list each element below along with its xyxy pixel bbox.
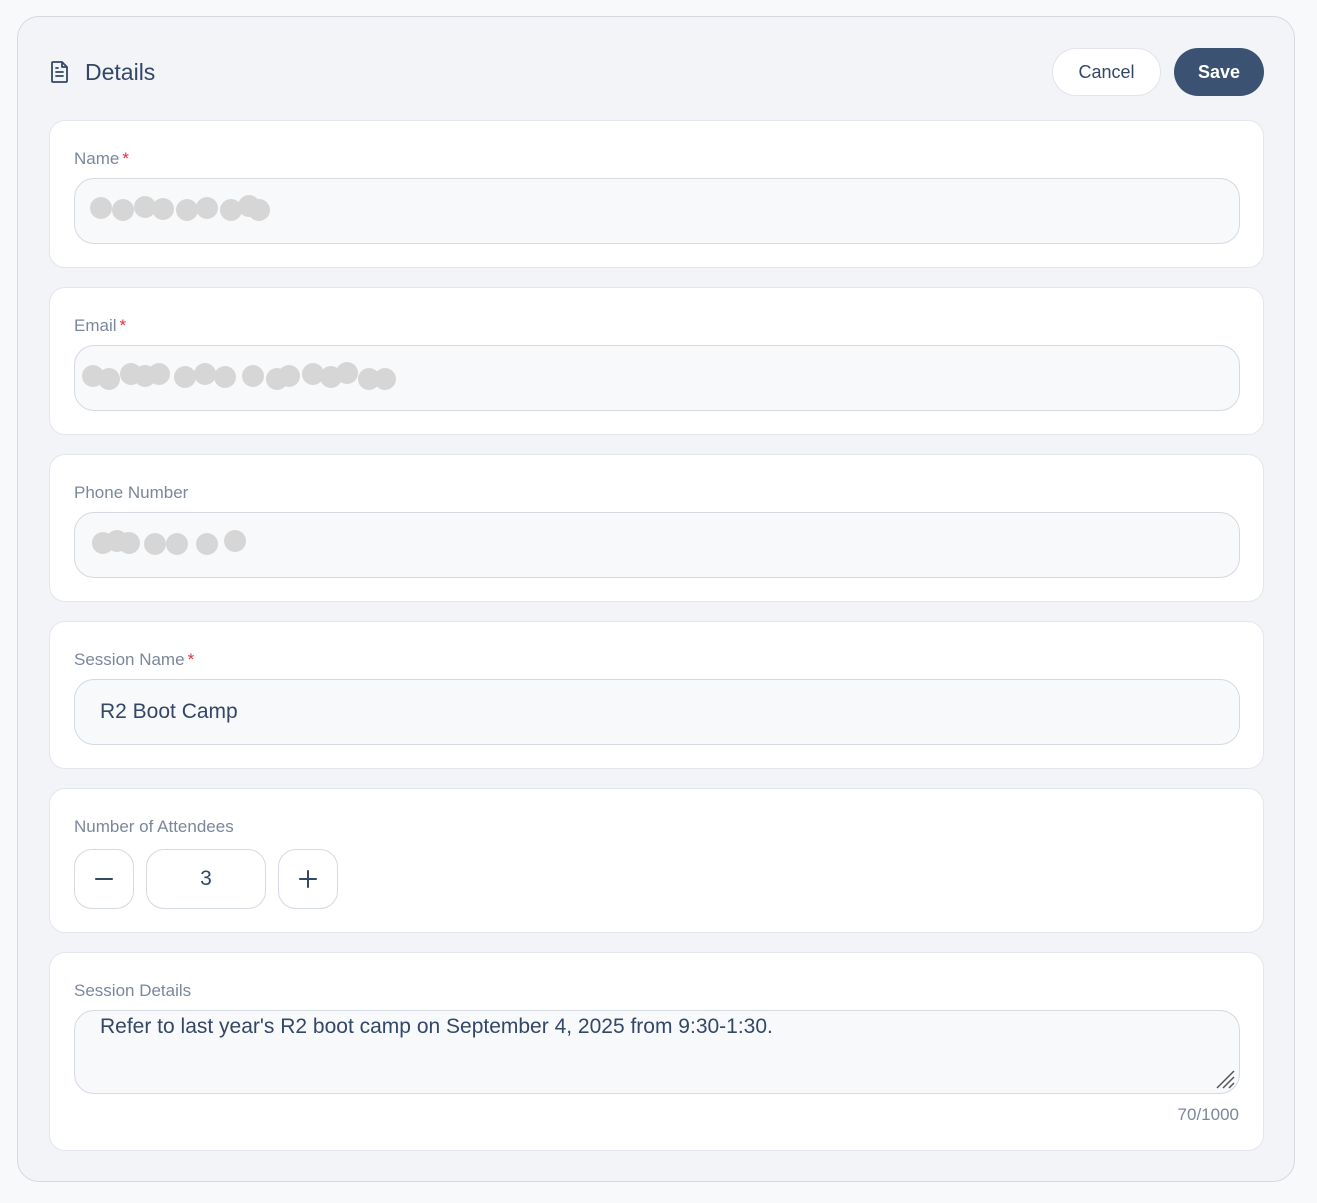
name-input[interactable]	[74, 178, 1240, 244]
attendees-count-input[interactable]: 3	[146, 849, 266, 909]
resize-handle-icon[interactable]	[1214, 1068, 1236, 1090]
session-name-card: Session Name * R2 Boot Camp	[49, 621, 1264, 769]
required-mark: *	[122, 149, 129, 168]
email-label: Email *	[74, 316, 127, 335]
plus-icon	[299, 870, 317, 888]
session-details-card: Session Details Refer to last year's R2 …	[49, 952, 1264, 1151]
redaction-blur	[90, 195, 270, 221]
phone-card: Phone Number	[49, 454, 1264, 602]
increment-button[interactable]	[278, 849, 338, 909]
session-details-label: Session Details	[74, 981, 192, 1000]
name-label: Name *	[74, 149, 129, 168]
cancel-button[interactable]: Cancel	[1052, 48, 1161, 96]
header-title-group: Details	[49, 48, 155, 96]
page-title: Details	[85, 58, 156, 85]
character-counter: 70/1000	[1177, 1105, 1239, 1124]
email-card: Email *	[49, 287, 1264, 435]
header-actions: Cancel Save	[1052, 48, 1264, 96]
name-card: Name *	[49, 120, 1264, 268]
phone-label: Phone Number	[74, 483, 189, 502]
decrement-button[interactable]	[74, 849, 134, 909]
email-input[interactable]	[74, 345, 1240, 411]
details-panel: Details Cancel Save Name * Email * Phone…	[17, 16, 1295, 1182]
attendees-label: Number of Attendees	[74, 817, 234, 836]
session-name-input[interactable]: R2 Boot Camp	[74, 679, 1240, 745]
redaction-blur	[92, 530, 246, 555]
phone-input[interactable]	[74, 512, 1240, 578]
session-details-textarea[interactable]: Refer to last year's R2 boot camp on Sep…	[74, 1010, 1240, 1094]
redaction-blur	[82, 362, 396, 390]
required-mark: *	[119, 316, 127, 335]
required-mark: *	[187, 650, 195, 669]
session-name-label: Session Name *	[74, 650, 195, 669]
attendees-card: Number of Attendees 3	[49, 788, 1264, 933]
panel-header: Details Cancel Save	[49, 48, 1264, 96]
save-button[interactable]: Save	[1174, 48, 1264, 96]
document-icon	[49, 60, 71, 84]
minus-icon	[95, 878, 113, 880]
